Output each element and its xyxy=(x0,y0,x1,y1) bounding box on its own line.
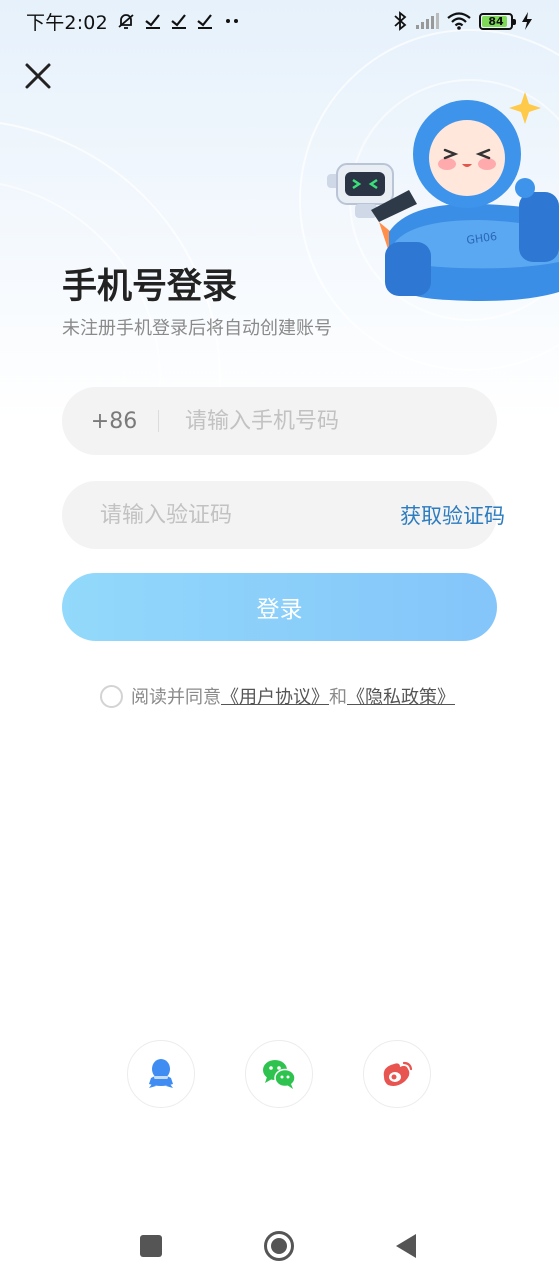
mute-bell-icon xyxy=(116,11,136,31)
country-code[interactable]: +86 xyxy=(62,409,158,434)
bluetooth-icon xyxy=(393,11,407,31)
status-right: 84 xyxy=(393,11,533,31)
back-icon xyxy=(396,1234,416,1258)
charging-icon xyxy=(521,12,533,30)
check-icon xyxy=(170,12,188,30)
weibo-icon xyxy=(383,1061,413,1086)
user-agreement-link[interactable]: 《用户协议》 xyxy=(221,683,329,709)
signal-icon xyxy=(415,13,439,29)
privacy-policy-link[interactable]: 《隐私政策》 xyxy=(347,683,455,709)
weibo-login-button[interactable] xyxy=(363,1040,431,1108)
close-button[interactable] xyxy=(18,56,58,96)
wechat-icon xyxy=(263,1060,296,1089)
close-icon xyxy=(25,63,51,89)
agree-checkbox[interactable] xyxy=(100,684,123,708)
agreement-prefix: 阅读并同意 xyxy=(131,687,221,708)
login-button[interactable]: 登录 xyxy=(62,573,497,641)
qq-icon xyxy=(149,1059,173,1088)
qq-login-button[interactable] xyxy=(127,1040,195,1108)
get-code-button[interactable]: 获取验证码 xyxy=(374,500,543,530)
page-title: 手机号登录 xyxy=(62,267,238,307)
agreement-row: 阅读并同意 《用户协议》 和 《隐私政策》 xyxy=(100,683,455,709)
battery-icon: 84 xyxy=(479,12,516,30)
home-icon xyxy=(264,1231,294,1261)
home-button[interactable] xyxy=(259,1228,299,1264)
recent-apps-icon xyxy=(140,1235,162,1257)
verification-code-input[interactable] xyxy=(62,481,374,549)
wifi-icon xyxy=(447,12,471,30)
status-time: 下午2:02 xyxy=(26,11,108,34)
check-icon xyxy=(196,12,214,30)
battery-level: 84 xyxy=(488,14,504,28)
navigation-bar xyxy=(0,1210,559,1280)
verification-code-field: 获取验证码 xyxy=(62,481,505,549)
status-bar: 下午2:02 84 xyxy=(0,0,559,42)
phone-input[interactable] xyxy=(159,387,497,455)
check-icon xyxy=(144,12,162,30)
phone-field: +86 xyxy=(62,387,497,455)
agreement-and: 和 xyxy=(329,687,347,708)
recent-apps-button[interactable] xyxy=(131,1228,171,1264)
wechat-login-button[interactable] xyxy=(245,1040,313,1108)
page-subtitle: 未注册手机登录后将自动创建账号 xyxy=(62,318,332,339)
back-button[interactable] xyxy=(386,1228,426,1264)
mascot-illustration: GH06 xyxy=(327,92,559,301)
more-dots-icon xyxy=(222,16,242,26)
status-left: 下午2:02 xyxy=(26,8,242,35)
